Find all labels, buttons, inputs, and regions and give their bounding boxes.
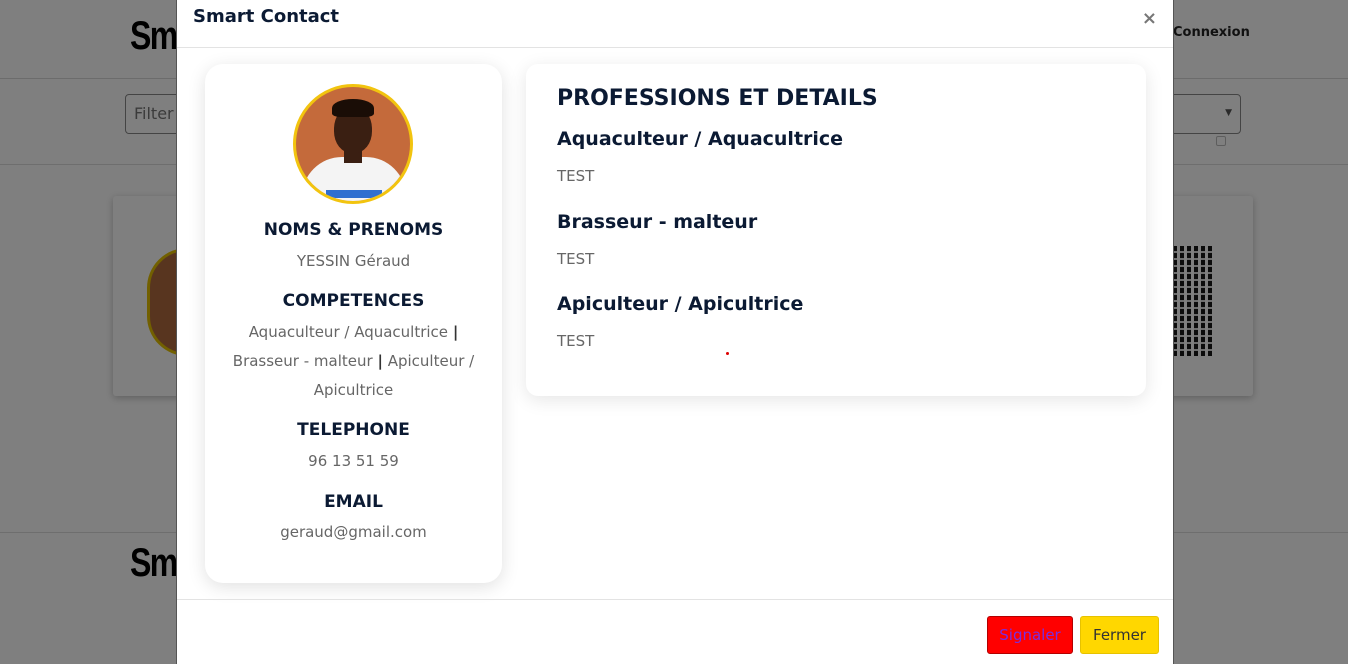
report-button[interactable]: Signaler bbox=[987, 616, 1073, 654]
cursor-dot bbox=[726, 352, 729, 355]
profile-avatar bbox=[293, 84, 413, 204]
skills-label: COMPETENCES bbox=[282, 291, 425, 311]
professions-card: PROFESSIONS ET DETAILS Aquaculteur / Aqu… bbox=[526, 64, 1146, 396]
skills-value: Aquaculteur / Aquacultrice | Brasseur - … bbox=[225, 318, 482, 405]
profession-description: TEST bbox=[557, 250, 595, 268]
profession-name: Apiculteur / Apicultrice bbox=[557, 293, 804, 315]
name-value: YESSIN Géraud bbox=[296, 252, 411, 270]
skill-item: Brasseur - malteur bbox=[232, 352, 373, 370]
skill-separator: | bbox=[377, 352, 383, 370]
close-icon[interactable]: × bbox=[1142, 8, 1157, 29]
phone-value: 96 13 51 59 bbox=[308, 452, 399, 470]
modal-footer: Signaler Fermer bbox=[177, 599, 1173, 664]
skill-separator: | bbox=[452, 323, 459, 341]
phone-label: TELEPHONE bbox=[297, 420, 410, 440]
professions-title: PROFESSIONS ET DETAILS bbox=[557, 86, 878, 111]
profession-description: TEST bbox=[557, 332, 595, 350]
contact-modal: Smart Contact × NOMS & PRENOMS YESSIN Gé… bbox=[176, 0, 1174, 664]
modal-header: Smart Contact × bbox=[177, 0, 1173, 48]
profession-name: Aquaculteur / Aquacultrice bbox=[557, 128, 844, 150]
name-label: NOMS & PRENOMS bbox=[263, 220, 444, 240]
skill-item: Aquaculteur / Aquacultrice bbox=[248, 323, 449, 341]
profession-name: Brasseur - malteur bbox=[557, 211, 758, 233]
email-label: EMAIL bbox=[324, 492, 383, 512]
close-button[interactable]: Fermer bbox=[1080, 616, 1159, 654]
modal-title: Smart Contact bbox=[193, 6, 340, 27]
email-value: geraud@gmail.com bbox=[280, 523, 427, 541]
profession-description: TEST bbox=[557, 167, 595, 185]
profile-card: NOMS & PRENOMS YESSIN Géraud COMPETENCES… bbox=[205, 64, 502, 583]
